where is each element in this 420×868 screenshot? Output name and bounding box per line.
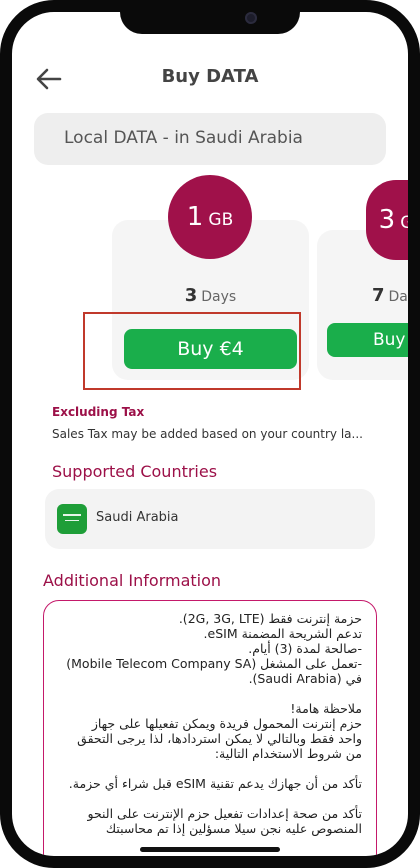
additional-info-heading: Additional Information [43,571,222,590]
additional-info-box[interactable]: حزمة إنترنت فقط (2G, 3G, LTE). تدعم الشر… [43,600,377,856]
plan-size-value: 3 [378,205,396,235]
info-line: -تعمل على المشغل (Mobile Telecom Company… [66,656,362,671]
screen: Buy DATA Local DATA - in Saudi Arabia 1 … [12,12,408,856]
plan-size-unit: GB [208,210,234,230]
camera-icon [245,12,257,24]
info-line: في (Saudi Arabia). [248,671,362,686]
sales-tax-note: Sales Tax may be added based on your cou… [52,427,363,441]
country-name: Saudi Arabia [96,510,179,525]
plan-duration: 3 Days [112,285,309,306]
plan-size-badge: 3 G [366,180,408,260]
buy-button[interactable]: Buy [327,323,408,357]
plan-days-value: 3 [184,285,198,306]
info-line: حزمة إنترنت فقط (2G, 3G, LTE). [178,611,362,626]
info-line: المنصوص عليه نجن سيلا مسؤلين إذا تم محاس… [105,821,362,836]
saudi-flag-icon [57,504,87,534]
highlight-box [83,312,301,390]
page-title: Buy DATA [161,66,259,87]
plan-days-value: 7 [372,285,385,306]
additional-info-text: حزمة إنترنت فقط (2G, 3G, LTE). تدعم الشر… [56,611,362,836]
info-line: واحد فقط وبالتالي لا يمكن استردادها، لذا… [77,731,362,746]
plan-size-badge: 1 GB [168,175,252,259]
plan-days-unit: Da [388,289,408,305]
phone-notch [120,0,300,34]
plan-duration: 7 Da [372,285,408,306]
info-line: -صالحة لمدة (3) أيام. [248,641,362,656]
region-selector[interactable]: Local DATA - in Saudi Arabia [34,113,386,165]
info-line: تأكد من صحة إعدادات تفعيل حزم الإنترنت ع… [87,806,363,821]
plan-size-unit: G [400,213,408,233]
country-item[interactable]: Saudi Arabia [45,489,375,549]
excluding-tax-title: Excluding Tax [52,405,145,419]
info-line: تدعم الشريحة المضمنة eSIM. [203,626,362,641]
plan-size-value: 1 [186,202,204,232]
info-line: تأكد من أن جهازك يدعم تقنية eSIM قبل شرا… [68,776,362,791]
region-label: Local DATA - in Saudi Arabia [64,128,303,148]
plan-days-unit: Days [201,289,237,305]
info-line: حزم إنترنت المحمول فريدة ويمكن تفعيلها ع… [91,716,362,731]
info-line: ملاحظة هامة! [290,701,362,716]
home-indicator [140,847,280,852]
supported-countries-heading: Supported Countries [52,462,218,481]
info-line: من شروط الاستخدام التالية: [214,746,362,761]
phone-frame: Buy DATA Local DATA - in Saudi Arabia 1 … [0,0,420,868]
